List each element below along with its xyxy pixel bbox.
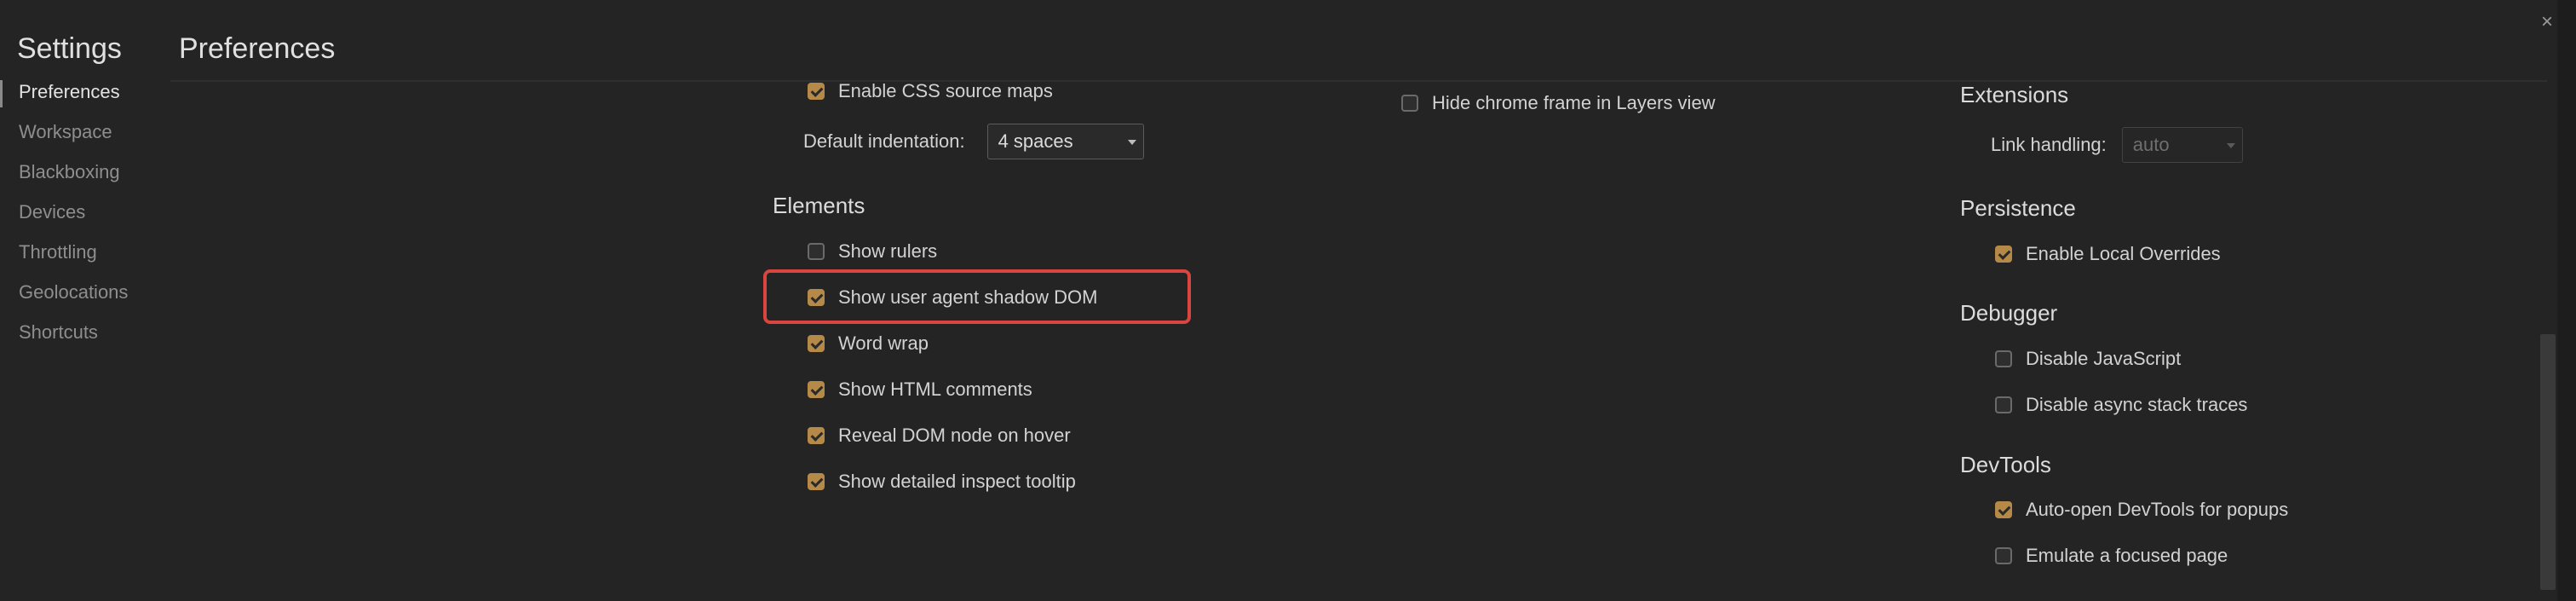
option-label: Word wrap (838, 332, 929, 354)
show-rulers-option[interactable]: Show rulers (808, 239, 937, 264)
elements-heading: Elements (773, 193, 865, 218)
word-wrap-option[interactable]: Word wrap (808, 331, 929, 356)
checkbox[interactable] (1401, 95, 1418, 112)
sidebar-item-geolocations[interactable]: Geolocations (0, 275, 170, 315)
persistence-heading: Persistence (1960, 195, 2076, 221)
checkbox[interactable] (808, 381, 825, 398)
option-label: Disable async stack traces (2026, 394, 2248, 415)
disable-async-stack-traces-option[interactable]: Disable async stack traces (1995, 392, 2247, 418)
highlight-annotation (763, 269, 1191, 324)
reveal-dom-node-on-hover-option[interactable]: Reveal DOM node on hover (808, 423, 1071, 448)
default-indentation-label: Default indentation: (803, 130, 965, 152)
option-label: Show HTML comments (838, 379, 1032, 400)
auto-open-devtools-option[interactable]: Auto-open DevTools for popups (1995, 497, 2288, 523)
link-handling-row: Link handling: auto (1991, 127, 2243, 163)
select-value: 4 spaces (998, 130, 1073, 152)
checkbox[interactable] (1995, 501, 2012, 518)
checkbox[interactable] (1995, 246, 2012, 263)
chevron-down-icon (1127, 140, 1136, 145)
sidebar-item-preferences[interactable]: Preferences (0, 75, 170, 115)
option-label: Auto-open DevTools for popups (2026, 499, 2289, 520)
page-title: Preferences (179, 32, 336, 65)
link-handling-label: Link handling: (1991, 134, 2107, 155)
sidebar-item-workspace[interactable]: Workspace (0, 115, 170, 155)
link-handling-select[interactable]: auto (2121, 127, 2243, 163)
option-label: Reveal DOM node on hover (838, 425, 1071, 446)
checkbox[interactable] (808, 243, 825, 260)
settings-title: Settings (17, 32, 122, 65)
enable-css-source-maps-option[interactable]: Enable CSS source maps (808, 78, 1053, 104)
default-indentation-select[interactable]: 4 spaces (986, 124, 1144, 159)
sidebar-item-devices[interactable]: Devices (0, 195, 170, 235)
debugger-heading: Debugger (1960, 300, 2058, 326)
checkbox[interactable] (808, 473, 825, 490)
option-label: Enable CSS source maps (838, 80, 1053, 101)
settings-page: Settings Preferences × Preferences Works… (0, 0, 2576, 601)
select-value: auto (2132, 134, 2170, 155)
extensions-heading: Extensions (1960, 82, 2069, 107)
hide-chrome-frame-option[interactable]: Hide chrome frame in Layers view (1401, 90, 1716, 116)
default-indentation-row: Default indentation: 4 spaces (803, 124, 1144, 159)
checkbox[interactable] (1995, 350, 2012, 367)
checkbox[interactable] (808, 427, 825, 444)
show-detailed-inspect-tooltip-option[interactable]: Show detailed inspect tooltip (808, 469, 1076, 494)
option-label: Show rulers (838, 240, 938, 262)
sidebar-item-throttling[interactable]: Throttling (0, 235, 170, 275)
option-label: Enable Local Overrides (2026, 243, 2221, 264)
checkbox[interactable] (1995, 547, 2012, 564)
option-label: Show detailed inspect tooltip (838, 471, 1076, 492)
header-divider (170, 80, 2547, 82)
sidebar: Preferences Workspace Blackboxing Device… (0, 75, 170, 355)
checkbox[interactable] (808, 335, 825, 352)
window-edge (2557, 0, 2576, 601)
devtools-heading: DevTools (1960, 452, 2051, 477)
sidebar-item-shortcuts[interactable]: Shortcuts (0, 315, 170, 355)
option-label: Emulate a focused page (2026, 545, 2228, 566)
checkbox[interactable] (1995, 396, 2012, 413)
chevron-down-icon (2226, 143, 2235, 148)
option-label: Hide chrome frame in Layers view (1432, 92, 1716, 113)
emulate-focused-page-option[interactable]: Emulate a focused page (1995, 543, 2228, 569)
scrollbar-thumb[interactable] (2540, 334, 2556, 590)
enable-local-overrides-option[interactable]: Enable Local Overrides (1995, 241, 2221, 267)
option-label: Disable JavaScript (2026, 348, 2182, 369)
sidebar-item-blackboxing[interactable]: Blackboxing (0, 155, 170, 195)
disable-javascript-option[interactable]: Disable JavaScript (1995, 346, 2181, 372)
close-icon[interactable]: × (2537, 12, 2557, 32)
checkbox[interactable] (808, 83, 825, 100)
show-html-comments-option[interactable]: Show HTML comments (808, 377, 1032, 402)
